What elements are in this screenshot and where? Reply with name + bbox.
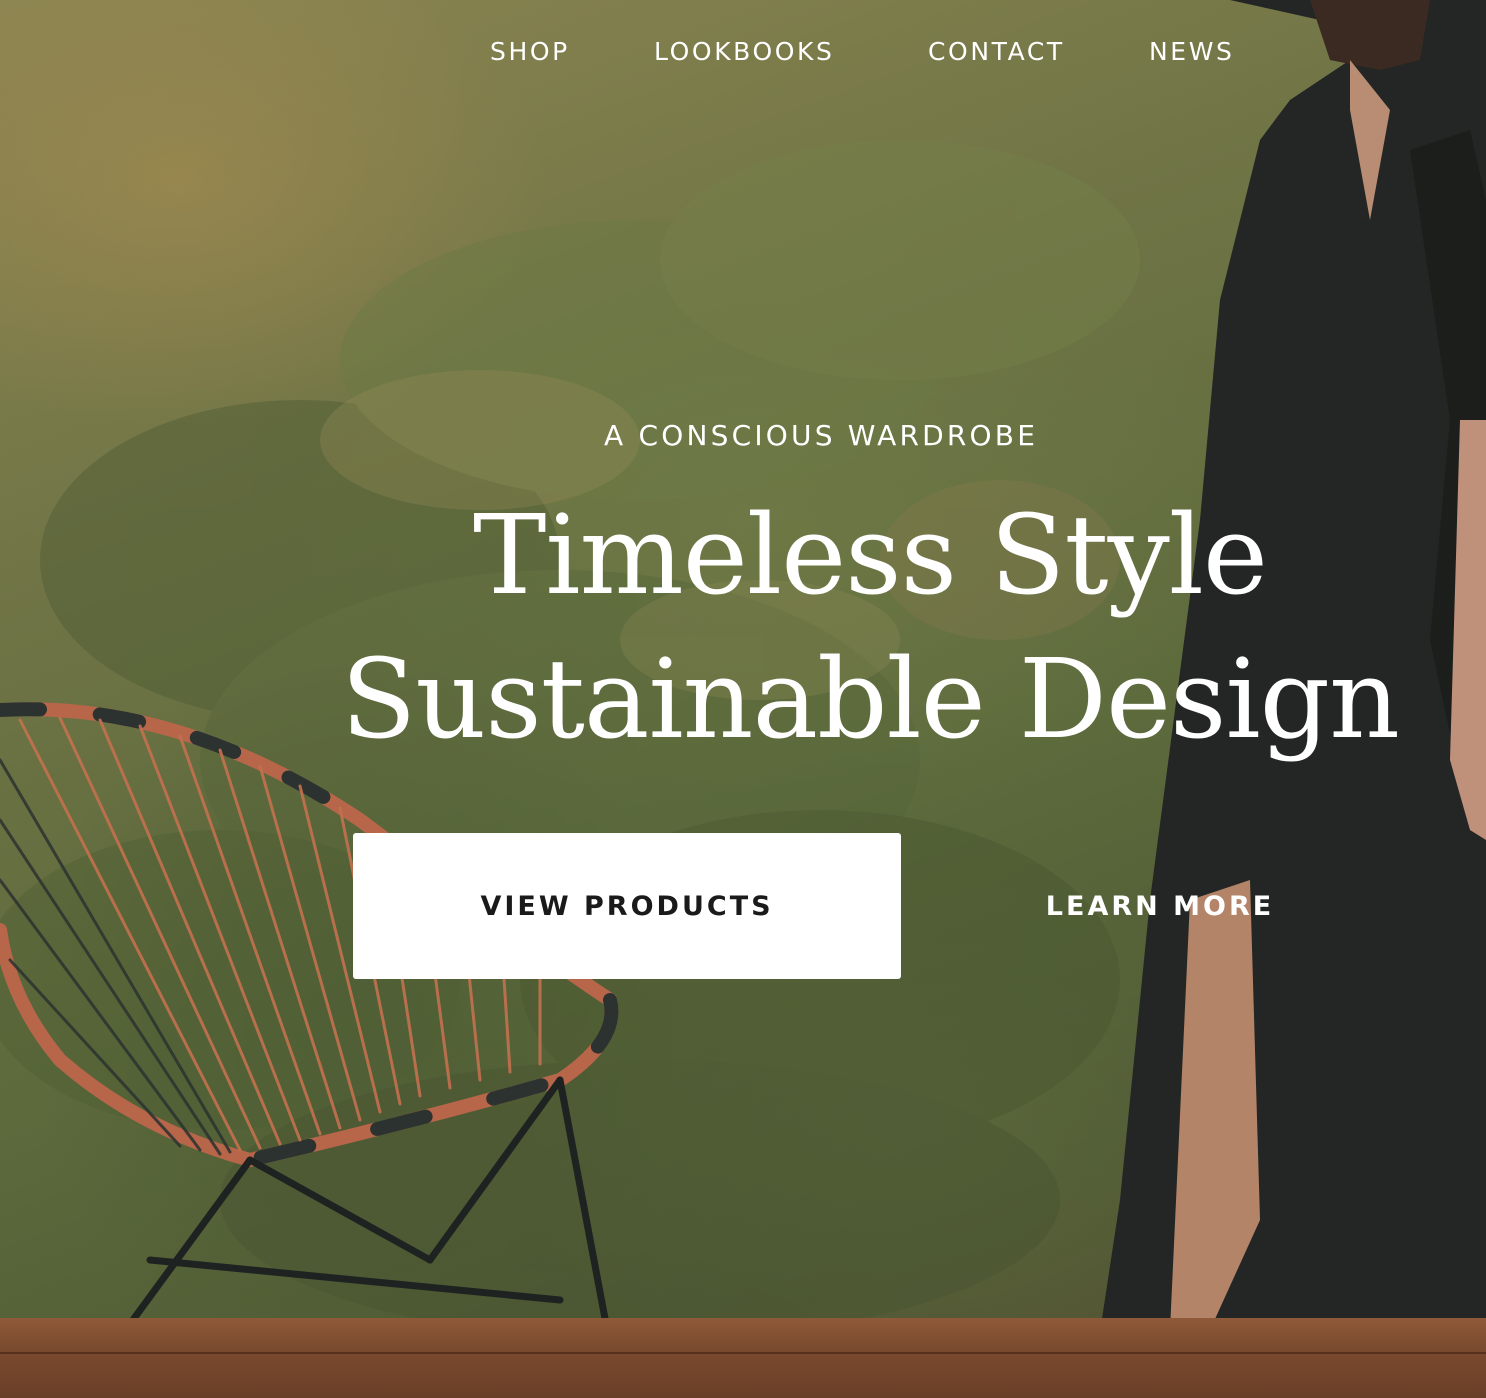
hero-headline-line2: Sustainable Design	[341, 635, 1400, 763]
nav-link-contact[interactable]: CONTACT	[928, 32, 1065, 72]
view-products-button[interactable]: VIEW PRODUCTS	[353, 833, 901, 979]
wooden-deck	[0, 1318, 1486, 1398]
hero-section: SHOP LOOKBOOKS CONTACT NEWS A CONSCIOUS …	[0, 0, 1486, 1398]
hero-eyebrow: A CONSCIOUS WARDROBE	[604, 419, 1039, 452]
nav-link-news[interactable]: NEWS	[1149, 32, 1235, 72]
main-nav: SHOP LOOKBOOKS CONTACT NEWS	[0, 32, 1486, 72]
learn-more-button[interactable]: LEARN MORE	[1000, 870, 1320, 942]
nav-link-lookbooks[interactable]: LOOKBOOKS	[654, 32, 835, 72]
chair-photo	[0, 702, 624, 1398]
nav-link-shop[interactable]: SHOP	[490, 32, 570, 72]
hero-headline-line1: Timeless Style	[472, 491, 1268, 619]
